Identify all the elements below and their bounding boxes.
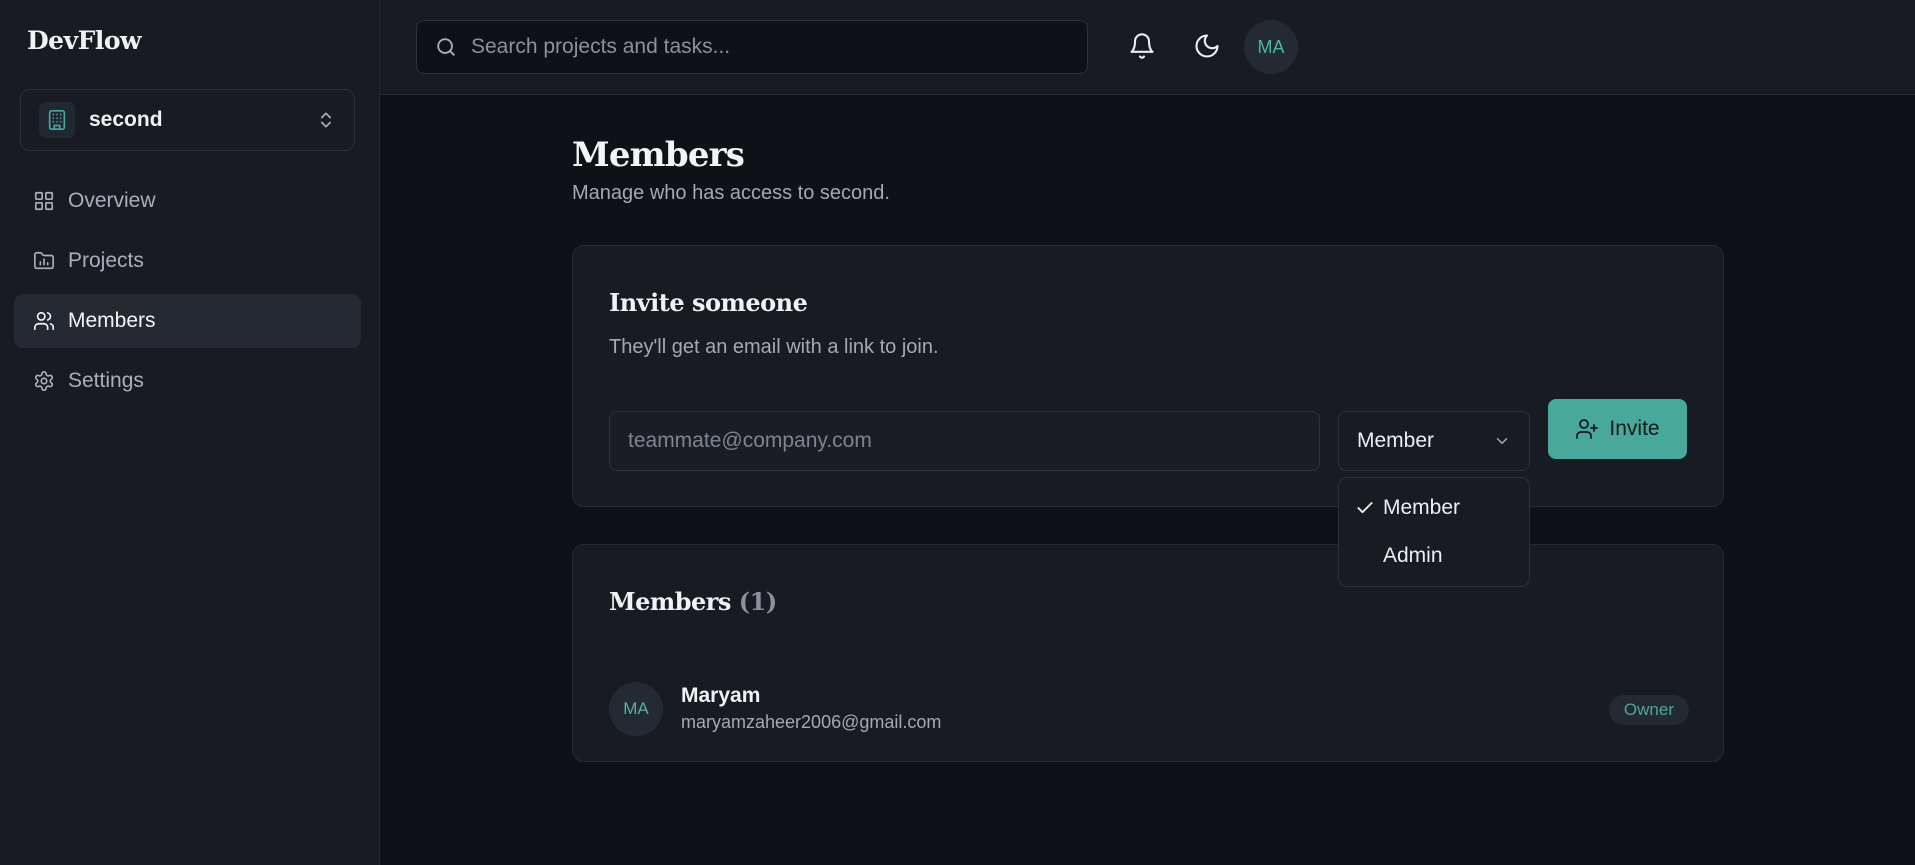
sidebar-item-label: Overview bbox=[68, 189, 156, 212]
sidebar-item-settings[interactable]: Settings bbox=[14, 354, 361, 408]
grid-icon bbox=[32, 189, 56, 213]
member-avatar: MA bbox=[609, 682, 663, 736]
chevron-down-icon bbox=[1493, 432, 1511, 450]
top-bar: Search projects and tasks... MA bbox=[380, 0, 1915, 95]
role-option-label: Member bbox=[1383, 496, 1461, 519]
user-plus-icon bbox=[1575, 417, 1599, 441]
invite-title: Invite someone bbox=[609, 288, 808, 317]
sidebar-item-label: Projects bbox=[68, 249, 144, 272]
sidebar: DevFlow second Overview Projects Members… bbox=[0, 0, 380, 865]
member-row: MA Maryam maryamzaheer2006@gmail.com Own… bbox=[609, 682, 1689, 738]
role-badge: Owner bbox=[1608, 695, 1689, 725]
page-title: Members bbox=[572, 135, 745, 175]
search-icon bbox=[435, 36, 457, 58]
users-icon bbox=[32, 309, 56, 333]
sidebar-item-label: Members bbox=[68, 309, 156, 332]
building-icon bbox=[39, 102, 75, 138]
invite-button-label: Invite bbox=[1609, 417, 1660, 440]
chevrons-up-down-icon bbox=[316, 110, 336, 130]
invite-card: Invite someone They'll get an email with… bbox=[572, 245, 1724, 507]
sidebar-item-overview[interactable]: Overview bbox=[14, 174, 361, 228]
sidebar-nav: Overview Projects Members Settings bbox=[14, 174, 361, 414]
members-count: (1) bbox=[738, 587, 777, 616]
members-title-text: Members bbox=[609, 587, 731, 616]
workspace-name: second bbox=[89, 108, 163, 131]
search-input[interactable]: Search projects and tasks... bbox=[471, 35, 730, 59]
email-field[interactable] bbox=[609, 411, 1320, 471]
gear-icon bbox=[32, 369, 56, 393]
role-select[interactable]: Member bbox=[1338, 411, 1530, 471]
check-icon bbox=[1355, 498, 1383, 518]
invite-subtitle: They'll get an email with a link to join… bbox=[609, 336, 939, 358]
role-dropdown-menu: Member Admin bbox=[1338, 477, 1530, 587]
sidebar-item-members[interactable]: Members bbox=[14, 294, 361, 348]
search-bar[interactable]: Search projects and tasks... bbox=[416, 20, 1088, 74]
sidebar-item-label: Settings bbox=[68, 369, 144, 392]
role-option-admin[interactable]: Admin bbox=[1345, 532, 1523, 580]
invite-button[interactable]: Invite bbox=[1548, 399, 1687, 459]
role-select-value: Member bbox=[1357, 429, 1435, 452]
members-card: Members (1) MA Maryam maryamzaheer2006@g… bbox=[572, 544, 1724, 762]
sidebar-item-projects[interactable]: Projects bbox=[14, 234, 361, 288]
member-name: Maryam bbox=[681, 684, 761, 707]
member-email: maryamzaheer2006@gmail.com bbox=[681, 712, 942, 732]
folder-chart-icon bbox=[32, 249, 56, 273]
role-option-label: Admin bbox=[1383, 544, 1443, 567]
role-option-member[interactable]: Member bbox=[1345, 484, 1523, 532]
bell-icon[interactable] bbox=[1124, 28, 1160, 64]
page-subtitle: Manage who has access to second. bbox=[572, 182, 890, 204]
workspace-switcher[interactable]: second bbox=[20, 89, 355, 151]
brand-logo[interactable]: DevFlow bbox=[27, 26, 142, 55]
moon-icon[interactable] bbox=[1189, 28, 1225, 64]
user-avatar[interactable]: MA bbox=[1244, 20, 1298, 74]
members-title: Members (1) bbox=[609, 587, 777, 616]
